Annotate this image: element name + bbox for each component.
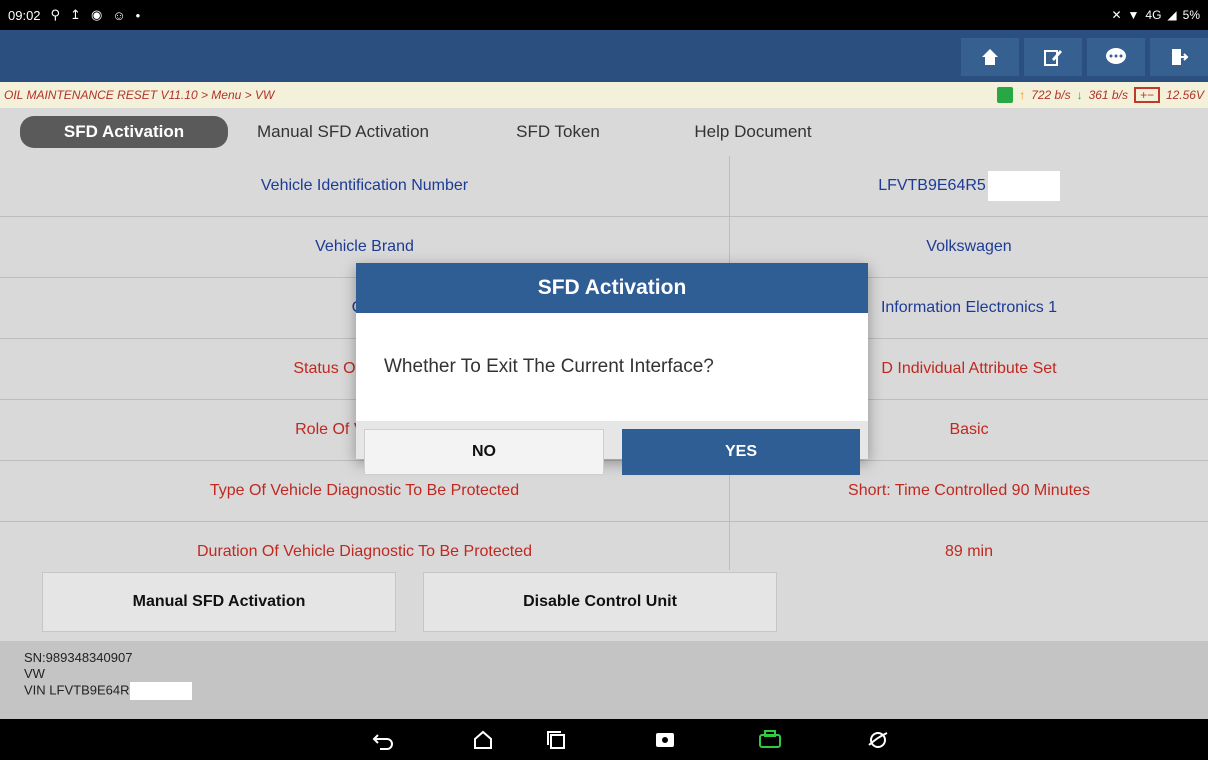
yes-button[interactable]: YES	[622, 429, 860, 475]
dialog-buttons: NO YES	[356, 421, 868, 475]
dialog-message: Whether To Exit The Current Interface?	[384, 356, 714, 377]
sfd-activation-dialog: SFD Activation Whether To Exit The Curre…	[356, 263, 868, 475]
dialog-title: SFD Activation	[356, 263, 868, 313]
no-button[interactable]: NO	[364, 429, 604, 475]
